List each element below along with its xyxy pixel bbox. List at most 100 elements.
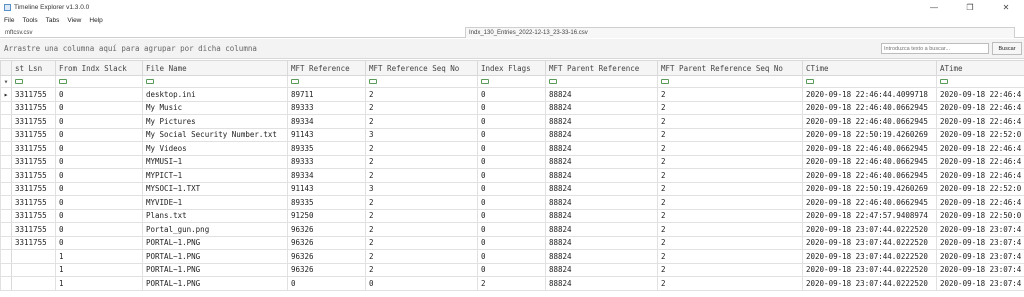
table-cell[interactable]: 88824 bbox=[545, 235, 658, 250]
table-cell[interactable]: 0 bbox=[55, 195, 143, 210]
table-row[interactable]: 3311755 0 Portal_gun.png 96326 2 0 88824 2 2020-… bbox=[0, 222, 1024, 237]
table-cell[interactable]: 3311755 bbox=[11, 222, 56, 237]
table-cell[interactable]: 96326 bbox=[287, 222, 366, 237]
table-cell[interactable]: 1 bbox=[55, 276, 143, 291]
menu-file[interactable]: File bbox=[4, 17, 14, 24]
table-cell[interactable]: 0 bbox=[477, 141, 546, 156]
table-cell[interactable]: 1 bbox=[55, 249, 143, 264]
table-row[interactable]: 3311755 0 Plans.txt 91250 2 0 88824 2 2020-09-18… bbox=[0, 208, 1024, 223]
table-cell[interactable]: 2020-09-18 22:46:40.0662945 bbox=[802, 141, 937, 156]
table-cell[interactable]: 0 bbox=[477, 195, 546, 210]
row-selector[interactable] bbox=[0, 141, 12, 156]
table-cell[interactable]: 2 bbox=[657, 222, 803, 237]
table-cell[interactable]: 2020-09-18 23:07:44.0222520 bbox=[802, 262, 937, 277]
table-cell[interactable] bbox=[11, 262, 56, 277]
table-cell[interactable]: 0 bbox=[477, 235, 546, 250]
table-cell[interactable]: 0 bbox=[287, 276, 366, 291]
table-cell[interactable]: My Videos bbox=[142, 141, 288, 156]
table-row[interactable]: 3311755 0 My Social Security Number.txt 911… bbox=[0, 127, 1024, 142]
table-cell[interactable]: 2 bbox=[657, 114, 803, 129]
table-cell[interactable]: 0 bbox=[477, 127, 546, 142]
table-cell[interactable]: 2 bbox=[365, 235, 478, 250]
menu-tools[interactable]: Tools bbox=[22, 17, 37, 24]
table-cell[interactable]: PORTAL~1.PNG bbox=[142, 262, 288, 277]
row-selector[interactable] bbox=[0, 100, 12, 115]
minimize-icon[interactable]: — bbox=[916, 0, 952, 14]
table-cell[interactable]: 2 bbox=[657, 249, 803, 264]
table-row[interactable]: 3311755 0 My Videos 89335 2 0 88824 2 2020-09-18… bbox=[0, 141, 1024, 156]
table-cell[interactable]: 89335 bbox=[287, 141, 366, 156]
table-cell[interactable]: 2 bbox=[657, 100, 803, 115]
table-cell[interactable]: 88824 bbox=[545, 127, 658, 142]
table-cell[interactable]: 2020-09-18 22:50:19.4260269 bbox=[802, 181, 937, 196]
table-cell[interactable]: 96326 bbox=[287, 249, 366, 264]
table-cell[interactable]: 88824 bbox=[545, 114, 658, 129]
table-cell[interactable]: 2020-09-18 23:07:44.0222520 bbox=[802, 222, 937, 237]
table-cell[interactable]: 3311755 bbox=[11, 235, 56, 250]
table-cell[interactable]: 2020-09-18 22:52:0 bbox=[936, 181, 1024, 196]
table-cell[interactable]: 3 bbox=[365, 127, 478, 142]
table-cell[interactable]: 2020-09-18 22:46:4 bbox=[936, 195, 1024, 210]
search-button[interactable]: Buscar bbox=[992, 42, 1022, 55]
table-cell[interactable]: 2 bbox=[477, 276, 546, 291]
table-cell[interactable]: 0 bbox=[55, 208, 143, 223]
table-cell[interactable]: 89711 bbox=[287, 87, 366, 102]
table-cell[interactable]: 0 bbox=[477, 154, 546, 169]
table-cell[interactable]: 88824 bbox=[545, 87, 658, 102]
filter-row-icon[interactable]: ▾ bbox=[0, 75, 12, 88]
table-cell[interactable]: 89334 bbox=[287, 114, 366, 129]
table-cell[interactable]: 88824 bbox=[545, 181, 658, 196]
column-header[interactable]: MFT Parent Reference bbox=[545, 60, 658, 76]
row-selector[interactable] bbox=[0, 154, 12, 169]
table-cell[interactable]: 3311755 bbox=[11, 154, 56, 169]
table-cell[interactable]: 2 bbox=[657, 195, 803, 210]
column-header[interactable]: MFT Reference bbox=[287, 60, 366, 76]
table-cell[interactable]: 0 bbox=[55, 181, 143, 196]
table-cell[interactable]: 2 bbox=[365, 249, 478, 264]
table-cell[interactable]: 0 bbox=[477, 208, 546, 223]
table-cell[interactable]: 2 bbox=[365, 114, 478, 129]
table-row[interactable]: 3311755 0 My Music 89333 2 0 88824 2 2020-09-18 … bbox=[0, 100, 1024, 115]
table-cell[interactable]: 89334 bbox=[287, 168, 366, 183]
table-cell[interactable]: 2020-09-18 22:46:40.0662945 bbox=[802, 195, 937, 210]
table-cell[interactable]: 2020-09-18 22:46:40.0662945 bbox=[802, 114, 937, 129]
table-cell[interactable]: 3311755 bbox=[11, 127, 56, 142]
table-row[interactable]: 1 PORTAL~1.PNG 0 0 2 88824 2 2020-09-18 23:07:4… bbox=[0, 276, 1024, 291]
table-cell[interactable] bbox=[11, 276, 56, 291]
table-cell[interactable]: 2 bbox=[365, 87, 478, 102]
table-cell[interactable]: 2020-09-18 22:46:44.4099718 bbox=[802, 87, 937, 102]
table-cell[interactable]: 2020-09-18 22:46:4 bbox=[936, 87, 1024, 102]
column-header[interactable]: From Indx Slack bbox=[55, 60, 143, 76]
column-header[interactable]: st Lsn bbox=[11, 60, 56, 76]
table-cell[interactable]: 2020-09-18 22:46:40.0662945 bbox=[802, 100, 937, 115]
row-selector[interactable] bbox=[0, 127, 12, 142]
table-cell[interactable]: 2 bbox=[365, 141, 478, 156]
column-filter[interactable] bbox=[802, 75, 937, 88]
table-cell[interactable]: 2020-09-18 22:52:0 bbox=[936, 127, 1024, 142]
column-header[interactable]: ATime bbox=[936, 60, 1024, 76]
table-cell[interactable]: Plans.txt bbox=[142, 208, 288, 223]
table-cell[interactable]: 3311755 bbox=[11, 141, 56, 156]
table-row[interactable]: 3311755 0 MYMUSI~1 89333 2 0 88824 2 2020-09-18 … bbox=[0, 154, 1024, 169]
table-cell[interactable]: PORTAL~1.PNG bbox=[142, 249, 288, 264]
column-filter[interactable] bbox=[11, 75, 56, 88]
table-cell[interactable]: 89333 bbox=[287, 100, 366, 115]
table-cell[interactable]: 2020-09-18 23:07:4 bbox=[936, 222, 1024, 237]
column-filter[interactable] bbox=[545, 75, 658, 88]
table-cell[interactable]: 2 bbox=[657, 127, 803, 142]
table-cell[interactable]: My Pictures bbox=[142, 114, 288, 129]
table-cell[interactable]: 2 bbox=[657, 154, 803, 169]
table-row[interactable]: 3311755 0 MYPICT~1 89334 2 0 88824 2 2020-09-18 … bbox=[0, 168, 1024, 183]
table-cell[interactable]: 2020-09-18 22:47:57.9408974 bbox=[802, 208, 937, 223]
table-cell[interactable]: 2020-09-18 22:46:40.0662945 bbox=[802, 168, 937, 183]
table-cell[interactable]: 2 bbox=[657, 235, 803, 250]
table-cell[interactable]: 91143 bbox=[287, 181, 366, 196]
table-cell[interactable]: MYPICT~1 bbox=[142, 168, 288, 183]
table-cell[interactable]: 89335 bbox=[287, 195, 366, 210]
table-cell[interactable]: PORTAL~1.PNG bbox=[142, 235, 288, 250]
menu-view[interactable]: View bbox=[67, 17, 81, 24]
table-cell[interactable]: Portal_gun.png bbox=[142, 222, 288, 237]
table-cell[interactable]: 0 bbox=[55, 168, 143, 183]
table-cell[interactable]: My Music bbox=[142, 100, 288, 115]
table-cell[interactable]: MYSOCI~1.TXT bbox=[142, 181, 288, 196]
